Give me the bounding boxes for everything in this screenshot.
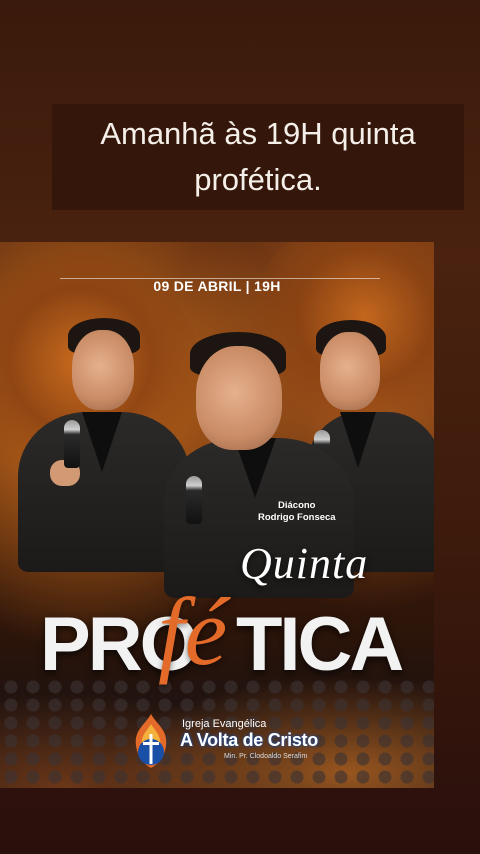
speaker-name: Rodrigo Fonseca bbox=[258, 512, 336, 523]
church-type-label: Igreja Evangélica bbox=[182, 718, 267, 730]
speaker-title: Diácono bbox=[278, 500, 316, 511]
event-poster: 09 DE ABRIL | 19H Diácono Rodrigo Fonsec… bbox=[0, 242, 434, 788]
church-name: A Volta de Cristo bbox=[180, 730, 318, 750]
title-fe: fé bbox=[158, 578, 228, 685]
church-emblem-icon bbox=[135, 714, 167, 768]
story-caption-box: Amanhã às 19H quinta profética. bbox=[52, 104, 464, 210]
speaker-credit: Diácono Rodrigo Fonseca bbox=[258, 500, 368, 524]
church-minister: Min. Pr. Clodoaldo Serafim bbox=[224, 753, 308, 760]
church-logo: Igreja Evangélica A Volta de Cristo Min.… bbox=[128, 712, 378, 772]
microphone-icon bbox=[186, 476, 202, 524]
story-caption-text: Amanhã às 19H quinta profética. bbox=[100, 116, 416, 197]
event-date-time: 09 DE ABRIL | 19H bbox=[153, 278, 281, 294]
microphone-icon bbox=[64, 420, 80, 468]
title-quinta: Quinta bbox=[240, 539, 369, 588]
title-profetica: PRO TICA fé bbox=[40, 578, 404, 702]
title-tica: TICA bbox=[236, 602, 404, 687]
